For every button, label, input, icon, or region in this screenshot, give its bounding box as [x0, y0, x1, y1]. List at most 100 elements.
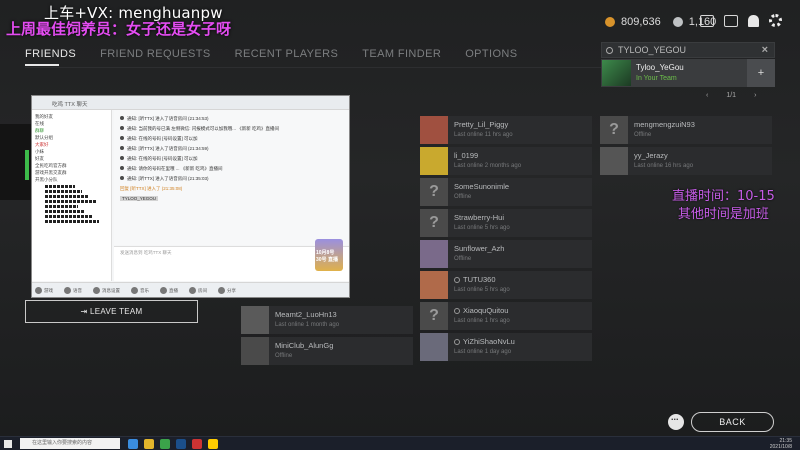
- friend-card[interactable]: li_0199 Last online 2 months ago: [420, 147, 592, 175]
- friend-name: SomeSunonimle: [454, 182, 509, 191]
- pubg-icon[interactable]: [208, 439, 218, 449]
- friend-status: Last online 1 month ago: [275, 322, 340, 328]
- qq-contact-item[interactable]: 游戏开黑交友群: [35, 169, 108, 176]
- friend-status: Last online 11 hrs ago: [454, 132, 513, 138]
- qq-input-hint: 发送消息到 吃鸡TTX 聊天: [120, 250, 172, 255]
- game-icon[interactable]: [192, 439, 202, 449]
- exit-icon: ⇥: [80, 307, 91, 316]
- back-button[interactable]: BACK: [691, 412, 774, 432]
- toolbar-icon[interactable]: [189, 287, 196, 294]
- friend-card[interactable]: Sunflower_Azh Offline: [420, 240, 592, 268]
- active-tab-indicator: [25, 64, 59, 66]
- notification-icon[interactable]: [748, 14, 759, 27]
- qq-contact-placeholder: [45, 210, 85, 213]
- friend-card[interactable]: yy_Jerazy Last online 16 hrs ago: [600, 147, 772, 175]
- toolbar-label[interactable]: 消息设置: [102, 288, 120, 294]
- tab-friends[interactable]: FRIENDS: [25, 48, 76, 60]
- search-icon: [606, 47, 613, 54]
- friend-status: Last online 1 hrs ago: [454, 318, 510, 324]
- highlight-text: TYLOO_YEGOU: [120, 196, 159, 201]
- qq-contact-item[interactable]: 好友: [35, 155, 108, 162]
- chat-icon[interactable]: [668, 412, 684, 430]
- friend-card[interactable]: ? Strawberry-Hui Last online 5 hrs ago: [420, 209, 592, 237]
- friend-status: Last online 5 hrs ago: [454, 225, 510, 231]
- next-page-icon[interactable]: ›: [754, 92, 756, 99]
- toolbar-icon[interactable]: [64, 287, 71, 294]
- toolbar-label[interactable]: 分享: [227, 288, 236, 294]
- qq-contact-item[interactable]: 群聊: [35, 127, 108, 134]
- tab-options[interactable]: OPTIONS: [465, 48, 517, 60]
- qq-contact-placeholder: [45, 200, 96, 203]
- toolbar-label[interactable]: 游戏: [44, 288, 53, 294]
- edge-icon[interactable]: [128, 439, 138, 449]
- chrome-icon[interactable]: [160, 439, 170, 449]
- avatar: [241, 337, 269, 365]
- steam-icon[interactable]: [176, 439, 186, 449]
- qq-titlebar: 吃鸡 TTX 聊天: [32, 96, 349, 110]
- result-pager: ‹ 1/1 ›: [706, 92, 756, 99]
- friend-name-text: li_0199: [454, 151, 479, 160]
- qq-contact-placeholder: [45, 215, 92, 218]
- qq-contact-item[interactable]: 默认分组: [35, 134, 108, 141]
- qq-contact-item[interactable]: 开黑小分队: [35, 176, 108, 183]
- toolbar-label[interactable]: 直播: [169, 288, 178, 294]
- friend-card[interactable]: YiZhiShaoNvLu Last online 1 day ago: [420, 333, 592, 361]
- friend-status: Offline: [634, 132, 652, 138]
- friend-status: Offline: [454, 194, 472, 200]
- friend-card[interactable]: TUTU360 Last online 5 hrs ago: [420, 271, 592, 299]
- clear-search-icon[interactable]: ×: [762, 44, 768, 56]
- toolbar-label[interactable]: 音乐: [140, 288, 149, 294]
- tab-friend-requests[interactable]: FRIEND REQUESTS: [100, 48, 211, 60]
- stream-overlay-best-keeper: 上周最佳饲养员：女子还是女子呀: [6, 20, 232, 38]
- inventory-icon[interactable]: [700, 14, 714, 27]
- message-bullet-icon: [120, 166, 124, 170]
- qq-contact-placeholder: [45, 205, 78, 208]
- steam-icon: [454, 277, 460, 283]
- friend-card[interactable]: Meamt2_LuoHn13 Last online 1 month ago: [241, 306, 413, 334]
- schedule-line: 直播时间：10-15 其他时间是加班: [672, 189, 775, 222]
- message-bullet-icon: [120, 116, 124, 120]
- taskbar-search-input[interactable]: 在这里输入你要搜索的内容: [20, 438, 120, 449]
- windows-start-icon[interactable]: [4, 440, 12, 448]
- qq-contact-placeholder: [45, 190, 82, 193]
- qq-message-area: 通知: [听TTX] 进入了语音房间 (21:34:53) 通知: 当前我的号已满…: [114, 110, 349, 245]
- toolbar-icon[interactable]: [160, 287, 167, 294]
- friend-card[interactable]: ? SomeSunonimle Offline: [420, 178, 592, 206]
- leave-team-button[interactable]: ⇥ LEAVE TEAM: [25, 300, 198, 323]
- friend-name: Meamt2_LuoHn13: [275, 310, 337, 319]
- tab-team-finder[interactable]: TEAM FINDER: [362, 48, 441, 60]
- qq-contact-item[interactable]: 全民吃鸡官方群: [35, 162, 108, 169]
- qq-contact-list[interactable]: 我的好友 在线 群聊 默认分组 大家好 小妹 好友 全民吃鸡官方群 游戏开黑交友群 开黑小分队: [32, 110, 112, 281]
- qq-contact-item[interactable]: 大家好: [35, 141, 108, 148]
- friend-card[interactable]: MiniClub_AlunGg Offline: [241, 337, 413, 365]
- avatar-placeholder-icon: ?: [420, 302, 448, 330]
- mail-icon[interactable]: [724, 14, 738, 27]
- qq-contact-item[interactable]: 小妹: [35, 148, 108, 155]
- toolbar-icon[interactable]: [35, 287, 42, 294]
- add-user-icon[interactable]: +: [747, 59, 775, 87]
- friend-card[interactable]: ? mengmengzuiN93 Offline: [600, 116, 772, 144]
- qq-message: 通知: 在线的号码 [号码设置] 可以加: [120, 134, 344, 144]
- toolbar-label[interactable]: 房间: [198, 288, 207, 294]
- qq-message: 通知: 当前我的号已满 左侧微信: 闪报模式可以加我哦... 《新新 吃鸡》直播…: [120, 124, 344, 134]
- friend-card[interactable]: Pretty_Lil_Piggy Last online 11 hrs ago: [420, 116, 592, 144]
- toolbar-icon[interactable]: [93, 287, 100, 294]
- settings-gear-icon[interactable]: [769, 14, 782, 27]
- qq-contact-item[interactable]: 我的好友: [35, 113, 108, 120]
- system-tray[interactable]: 21:35 2021/10/8: [770, 438, 792, 450]
- qq-contact-item[interactable]: 在线: [35, 120, 108, 127]
- leave-team-label: LEAVE TEAM: [90, 307, 143, 316]
- toolbar-icon[interactable]: [131, 287, 138, 294]
- folder-icon[interactable]: [144, 439, 154, 449]
- prev-page-icon[interactable]: ‹: [706, 92, 708, 99]
- friend-search-input[interactable]: TYLOO_YEGOU ×: [601, 42, 775, 58]
- qq-bottom-toolbar: 游戏 语音 消息设置 音乐 直播 房间 分享: [32, 282, 349, 297]
- search-result-item[interactable]: Tyloo_YeGou In Your Team +: [601, 59, 775, 87]
- qq-chat-window[interactable]: 吃鸡 TTX 聊天 我的好友 在线 群聊 默认分组 大家好 小妹 好友 全民吃鸡官方群 游戏开黑…: [31, 95, 350, 298]
- result-name: Tyloo_YeGou: [636, 63, 684, 72]
- toolbar-icon[interactable]: [218, 287, 225, 294]
- friend-card[interactable]: ? XiaoquQuitou Last online 1 hrs ago: [420, 302, 592, 330]
- tab-recent-players[interactable]: RECENT PLAYERS: [235, 48, 339, 60]
- avatar: [600, 147, 628, 175]
- toolbar-label[interactable]: 语音: [73, 288, 82, 294]
